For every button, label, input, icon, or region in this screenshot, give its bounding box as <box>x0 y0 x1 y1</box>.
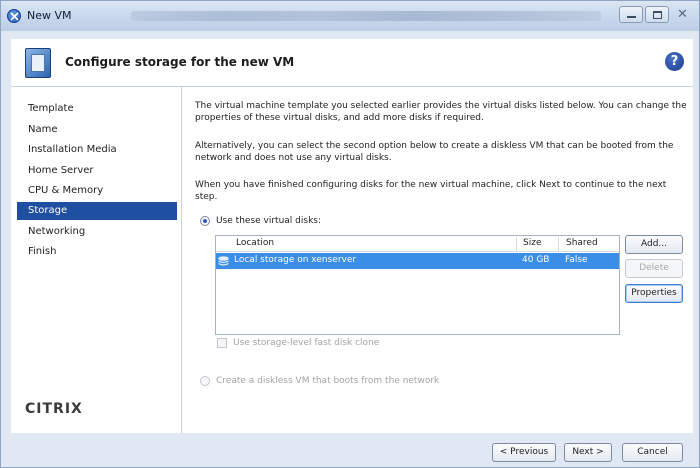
citrix-logo: CITRIX <box>25 401 83 417</box>
row-size: 40 GB <box>522 255 550 265</box>
wizard-header: Configure storage for the new VM ? <box>11 39 693 87</box>
diskless-vm-label[interactable]: Create a diskless VM that boots from the… <box>216 376 439 386</box>
table-header: Location Size Shared <box>216 236 619 252</box>
intro-paragraph: The virtual machine template you selecte… <box>195 101 687 123</box>
delete-disk-button[interactable]: Delete <box>625 259 683 278</box>
storage-config-panel: The virtual machine template you selecte… <box>181 87 693 433</box>
add-disk-button[interactable]: Add... <box>625 235 683 254</box>
diskless-paragraph: Alternatively, you can select the second… <box>195 141 674 163</box>
step-template[interactable]: Template <box>17 100 177 118</box>
fast-clone-label[interactable]: Use storage-level fast disk clone <box>233 338 379 348</box>
title-bar[interactable]: New VM ✕ <box>1 1 699 31</box>
column-divider <box>558 237 559 251</box>
virtual-disks-table[interactable]: Location Size Shared Local storage on xe… <box>215 235 620 335</box>
row-shared: False <box>565 255 588 265</box>
page-title: Configure storage for the new VM <box>65 55 295 69</box>
help-icon[interactable]: ? <box>665 52 684 71</box>
table-row[interactable]: Local storage on xenserver 40 GB False <box>216 253 619 269</box>
disk-properties-button[interactable]: Properties <box>625 284 683 303</box>
window-controls: ✕ <box>619 6 693 23</box>
use-virtual-disks-label[interactable]: Use these virtual disks: <box>216 216 321 226</box>
step-home-server[interactable]: Home Server <box>17 162 177 180</box>
wizard-footer: < Previous Next > Cancel <box>11 433 693 467</box>
fast-clone-checkbox[interactable] <box>217 338 227 348</box>
close-icon: ✕ <box>677 7 688 22</box>
minimize-icon <box>627 16 636 18</box>
maximize-icon <box>653 11 662 19</box>
storage-wizard-icon <box>25 48 51 78</box>
step-networking[interactable]: Networking <box>17 223 177 241</box>
minimize-button[interactable] <box>619 6 643 23</box>
column-divider <box>516 237 517 251</box>
new-vm-window: New VM ✕ Configure storage for the new V… <box>0 0 700 468</box>
previous-button[interactable]: < Previous <box>492 443 556 462</box>
window-title: New VM <box>27 9 72 22</box>
diskless-vm-radio[interactable] <box>200 376 210 386</box>
step-name[interactable]: Name <box>17 121 177 139</box>
step-finish[interactable]: Finish <box>17 243 177 261</box>
blurred-background-tabs <box>131 11 601 21</box>
use-virtual-disks-radio[interactable] <box>200 216 210 226</box>
step-storage[interactable]: Storage <box>17 202 177 220</box>
next-step-paragraph: When you have finished configuring disks… <box>195 180 667 202</box>
maximize-button[interactable] <box>645 6 669 23</box>
column-size[interactable]: Size <box>523 238 541 248</box>
row-location: Local storage on xenserver <box>234 255 357 265</box>
next-button[interactable]: Next > <box>564 443 612 462</box>
step-installation-media[interactable]: Installation Media <box>17 141 177 159</box>
wizard-steps-sidebar: Template Name Installation Media Home Se… <box>11 87 181 433</box>
step-cpu-memory[interactable]: CPU & Memory <box>17 182 177 200</box>
cancel-button[interactable]: Cancel <box>622 443 683 462</box>
column-location[interactable]: Location <box>236 238 274 248</box>
close-button[interactable]: ✕ <box>671 6 693 23</box>
column-shared[interactable]: Shared <box>566 238 598 248</box>
app-icon <box>7 9 21 23</box>
disk-icon <box>218 256 229 266</box>
